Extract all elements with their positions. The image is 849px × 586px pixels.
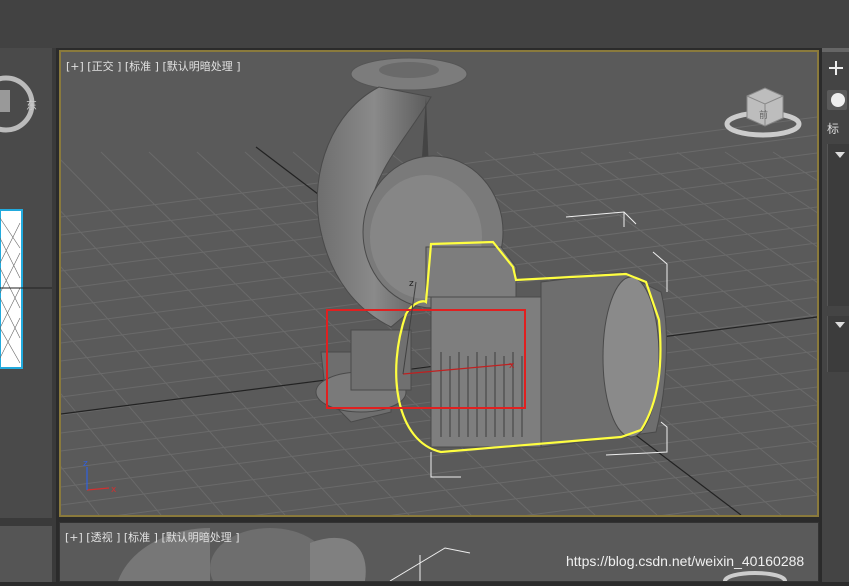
chevron-down-icon[interactable] xyxy=(834,320,846,330)
watermark-text: https://blog.csdn.net/weixin_40160288 xyxy=(566,553,805,569)
left-viewport-column[interactable]: 东 xyxy=(0,48,56,582)
panel-tab[interactable]: 标 xyxy=(827,120,839,137)
wireframe-mesh-preview xyxy=(0,209,23,369)
left-viewcube-icon[interactable] xyxy=(0,90,10,112)
rollout-panel[interactable] xyxy=(827,144,849,306)
scene: z x x z 前 xyxy=(61,57,817,515)
pump-model[interactable] xyxy=(315,57,667,448)
bottom-viewport[interactable]: [+] [透视 ] [标准 ] [默认明暗处理 ] xyxy=(59,522,819,582)
viewcube-face-label: 前 xyxy=(759,109,768,121)
world-axis-tripod: x z xyxy=(83,459,117,495)
viewport-label-bottom[interactable]: [+] [透视 ] [标准 ] [默认明暗处理 ] xyxy=(65,529,240,545)
svg-text:z: z xyxy=(409,279,414,289)
command-panel: 标 xyxy=(822,48,849,582)
svg-text:z: z xyxy=(83,459,88,469)
radio-button[interactable] xyxy=(827,90,847,110)
left-viewport-graphics: 东 xyxy=(0,48,56,582)
viewport-label-main[interactable]: [+] [正交 ] [标准 ] [默认明暗处理 ] xyxy=(66,58,241,74)
svg-text:x: x xyxy=(111,485,117,495)
rollout-panel[interactable] xyxy=(827,316,849,372)
top-toolbar xyxy=(0,0,849,48)
left-viewcube-label: 东 xyxy=(26,99,37,112)
chevron-down-icon[interactable] xyxy=(834,150,846,160)
svg-text:x: x xyxy=(509,361,515,371)
plus-icon[interactable] xyxy=(828,60,844,76)
main-viewport[interactable]: z x x z 前 [+] [正交 ] [标准 ] [默认明暗处理 ] xyxy=(59,50,819,517)
